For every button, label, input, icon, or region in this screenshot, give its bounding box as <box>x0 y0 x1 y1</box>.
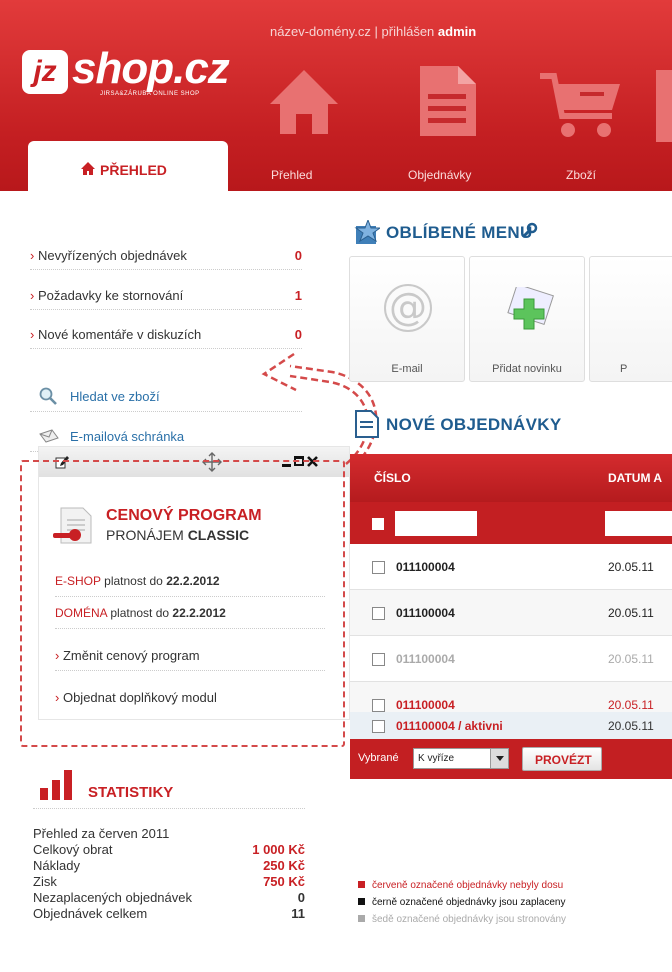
stats-value: 750 Kč <box>263 874 305 889</box>
at-sign-icon: @ <box>384 284 432 332</box>
drag-outline <box>20 460 345 747</box>
orders-title: NOVÉ OBJEDNÁVKY <box>386 415 562 434</box>
divider <box>33 808 305 809</box>
row-checkbox[interactable] <box>372 561 385 574</box>
add-news-icon <box>507 287 554 330</box>
favorite-email[interactable]: @ E-mail <box>349 256 465 382</box>
tab-label: PŘEHLED <box>100 162 167 178</box>
stats-chart-icon <box>40 770 72 800</box>
stats-title: STATISTIKY <box>88 784 174 801</box>
favorite-menu-icon <box>354 220 380 244</box>
selected-label: Vybrané <box>358 752 399 764</box>
domain-name: název-domény.cz <box>270 24 371 39</box>
row-checkbox[interactable] <box>372 653 385 666</box>
wrench-icon[interactable] <box>520 222 538 240</box>
svg-text:@: @ <box>389 285 427 329</box>
mailbox-icon <box>39 429 59 443</box>
stats-row: Celkový obrat 1 000 Kč <box>33 842 305 857</box>
chevron-down-icon[interactable] <box>490 749 508 768</box>
stats-row: Objednávek celkem 11 <box>33 906 305 921</box>
logo[interactable]: jz shop.cz JIRSA&ZÁRUBA ONLINE SHOP <box>22 44 232 100</box>
favorite-partial[interactable]: P <box>589 256 672 382</box>
number-filter-input[interactable] <box>395 511 477 536</box>
user-name[interactable]: admin <box>438 24 476 39</box>
logo-badge: jz <box>22 50 68 94</box>
row-checkbox[interactable] <box>372 720 385 733</box>
tab-objednavky[interactable]: Objednávky <box>408 168 471 182</box>
counter-row[interactable]: › Nevyřízených objednávek 0 <box>30 242 302 270</box>
document-icon[interactable] <box>418 64 478 138</box>
home-small-icon <box>81 162 95 175</box>
tab-prehled-active[interactable]: PŘEHLED <box>28 141 228 193</box>
table-row-active[interactable]: 011100004 / aktivni 20.05.11 <box>350 712 672 739</box>
stats-row: Nezaplacených objednávek 0 <box>33 890 305 905</box>
stats-row: Zisk 750 Kč <box>33 874 305 889</box>
search-icon <box>39 387 57 405</box>
date-filter-input[interactable] <box>605 511 672 536</box>
orders-document-icon <box>355 410 379 438</box>
row-checkbox[interactable] <box>372 607 385 620</box>
more-nav-icon[interactable] <box>656 70 672 142</box>
page: název-domény.cz | přihlášen admin jz sho… <box>0 0 672 972</box>
table-row[interactable]: 011100004 20.05.11 <box>350 590 672 636</box>
stats-row: Náklady 250 Kč <box>33 858 305 873</box>
counter-value: 1 <box>294 288 302 303</box>
row-checkbox[interactable] <box>372 699 385 712</box>
orders-table-header: ČÍSLO DATUM A <box>350 454 672 502</box>
legend-red: červeně označené objednávky nebyly dosu <box>358 880 563 891</box>
tab-zbozi[interactable]: Zboží <box>566 168 596 182</box>
filter-row <box>350 502 672 544</box>
column-date[interactable]: DATUM A <box>608 471 662 485</box>
stats-value: 1 000 Kč <box>252 842 305 857</box>
table-row[interactable]: 011100004 20.05.11 <box>350 636 672 682</box>
home-icon[interactable] <box>268 64 340 136</box>
tab-prehled[interactable]: Přehled <box>271 168 312 182</box>
counter-value: 0 <box>294 248 302 263</box>
select-all-checkbox[interactable] <box>372 518 384 530</box>
table-row[interactable]: 011100004 20.05.11 <box>350 544 672 590</box>
counter-row[interactable]: › Požadavky ke stornování 1 <box>30 282 302 310</box>
logo-tagline: JIRSA&ZÁRUBA ONLINE SHOP <box>100 91 200 97</box>
bulk-action-bar: Vybrané K vyříze PROVÉZT <box>350 739 672 779</box>
bulk-action-select[interactable]: K vyříze <box>413 748 509 769</box>
legend-black: černě označené objednávky jsou zaplaceny <box>358 897 565 908</box>
favorite-add-news[interactable]: Přidat novinku <box>469 256 585 382</box>
stats-value: 11 <box>291 906 305 921</box>
legend-grey: šedě označené objednávky jsou stronovány <box>358 914 566 925</box>
stats-value: 250 Kč <box>263 858 305 873</box>
column-number[interactable]: ČÍSLO <box>374 471 411 485</box>
header-account-line: název-domény.cz | přihlášen admin <box>270 24 477 39</box>
header: název-domény.cz | přihlášen admin jz sho… <box>0 0 672 193</box>
logo-text: shop.cz <box>72 44 230 93</box>
stats-period: Přehled za červen 2011 <box>33 826 170 841</box>
stats-value: 0 <box>297 890 305 905</box>
execute-button[interactable]: PROVÉZT <box>522 747 602 771</box>
shopping-cart-icon[interactable] <box>538 72 624 140</box>
favorites-title: OBLÍBENÉ MENU <box>386 223 533 242</box>
